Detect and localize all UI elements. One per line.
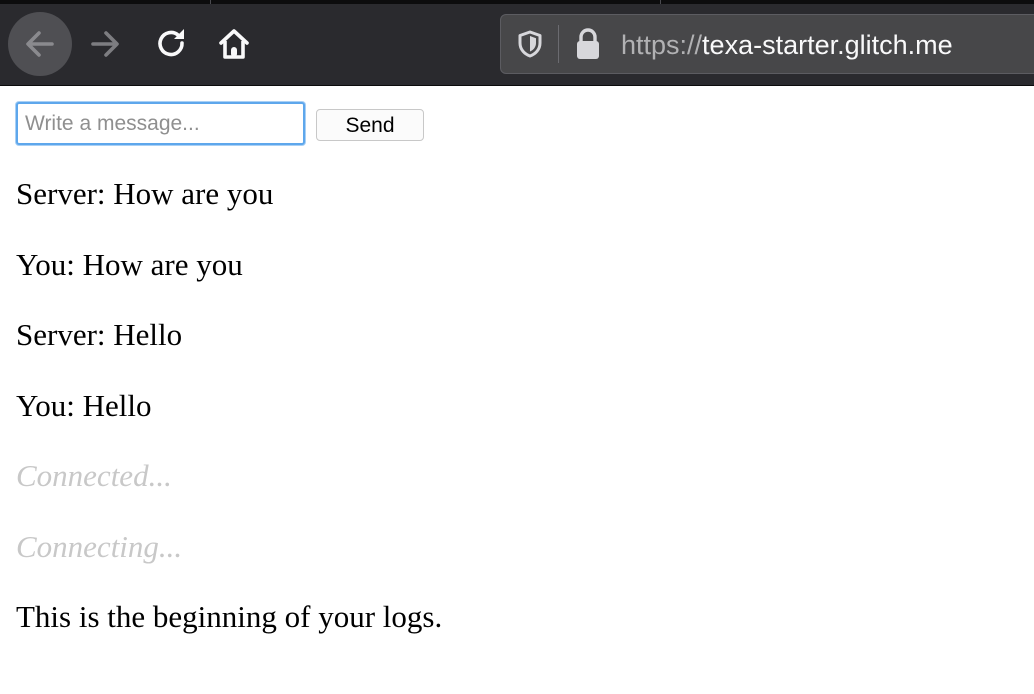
back-button[interactable]	[8, 12, 72, 76]
page-content: Send Server: How are you You: How are yo…	[0, 86, 1034, 694]
home-button[interactable]	[202, 12, 266, 76]
message-input[interactable]	[16, 102, 305, 145]
tab-divider	[660, 0, 661, 4]
reload-icon	[158, 29, 184, 57]
log-entry-status: Connected...	[16, 458, 172, 493]
arrow-right-icon	[91, 31, 119, 57]
url-host: texa-starter.glitch.me	[702, 30, 953, 60]
url-text[interactable]: https://texa-starter.glitch.me	[621, 28, 953, 62]
forward-button[interactable]	[74, 12, 138, 76]
url-scheme: https://	[621, 30, 703, 60]
home-icon	[219, 29, 249, 59]
message-log: Server: How are you You: How are you Ser…	[16, 176, 442, 670]
reload-button[interactable]	[140, 12, 204, 76]
log-entry-user-message: You: Hello	[16, 387, 152, 423]
tab-strip	[0, 0, 1034, 4]
arrow-left-icon	[26, 31, 54, 57]
send-button[interactable]: Send	[316, 109, 424, 141]
address-bar-separator	[558, 25, 559, 63]
tab-divider	[210, 0, 211, 4]
lock-icon[interactable]	[573, 27, 603, 61]
browser-toolbar: https://texa-starter.glitch.me	[0, 0, 1034, 86]
log-entry-intro: This is the beginning of your logs.	[16, 599, 443, 634]
shield-icon[interactable]	[515, 29, 545, 59]
log-entry-status: Connecting...	[16, 528, 183, 564]
log-entry-server-message: Server: How are you	[16, 176, 274, 211]
address-bar[interactable]: https://texa-starter.glitch.me	[500, 14, 1034, 74]
log-entry-user-message: You: How are you	[16, 246, 243, 282]
log-entry-server-message: Server: Hello	[16, 317, 183, 352]
